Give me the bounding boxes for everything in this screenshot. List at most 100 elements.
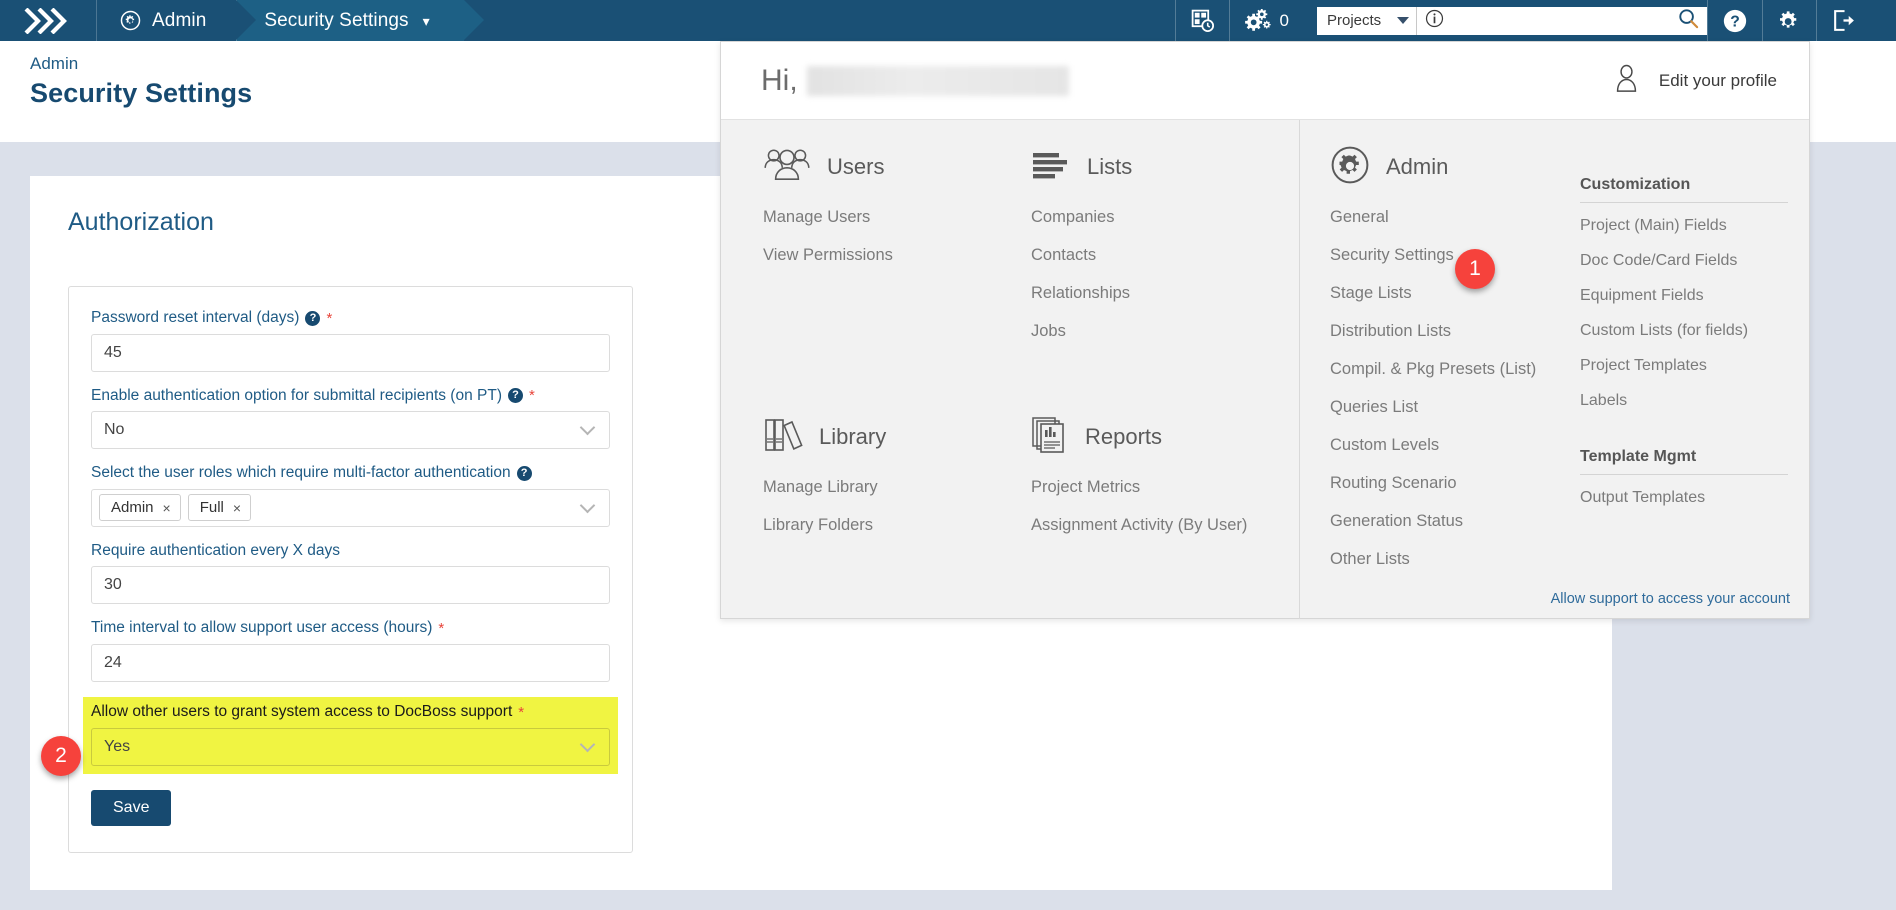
customization-heading: Customization — [1580, 176, 1788, 203]
field-enable-auth-option: Enable authentication option for submitt… — [91, 387, 610, 450]
mega-menu-left-columns: Users Manage Users View Permissions List… — [721, 120, 1299, 619]
custom-link-project-main-fields[interactable]: Project (Main) Fields — [1580, 217, 1810, 235]
field-allow-grant-support-access: Allow other users to grant system access… — [83, 696, 618, 774]
project-select[interactable]: Projects — [1317, 6, 1417, 35]
project-selector-group: Projects — [1303, 0, 1707, 41]
search-icon[interactable] — [1678, 8, 1699, 34]
settings-gear-button[interactable] — [1762, 0, 1816, 41]
required-marker: * — [528, 387, 535, 405]
tag-full[interactable]: Full × — [187, 494, 252, 522]
tag-remove-icon[interactable]: × — [233, 500, 241, 516]
admin-link-custom-levels[interactable]: Custom Levels — [1330, 436, 1580, 455]
tag-remove-icon[interactable]: × — [163, 500, 171, 516]
gear-icon — [1780, 11, 1797, 28]
menu-link-assignment-activity[interactable]: Assignment Activity (By User) — [1031, 516, 1299, 535]
support-access-hours-input[interactable] — [91, 643, 610, 682]
app-logo[interactable] — [0, 0, 96, 41]
password-reset-interval-input[interactable] — [91, 333, 610, 372]
admin-link-queries-list[interactable]: Queries List — [1330, 398, 1580, 417]
admin-mega-menu-panel: Hi, Edit your profile Users Manage Users… — [720, 41, 1810, 619]
section-header: Admin — [1330, 146, 1580, 188]
tag-list: Admin × Full × — [99, 494, 575, 522]
save-button[interactable]: Save — [91, 789, 172, 826]
info-circle-icon[interactable] — [1425, 9, 1444, 33]
admin-link-other-lists[interactable]: Other Lists — [1330, 550, 1580, 569]
custom-link-doc-code-card-fields[interactable]: Doc Code/Card Fields — [1580, 252, 1810, 270]
help-icon[interactable]: ? — [507, 388, 523, 404]
gear-circle-icon — [1330, 145, 1370, 190]
report-pages-icon — [1031, 416, 1069, 459]
menu-link-manage-users[interactable]: Manage Users — [763, 208, 1031, 227]
help-button[interactable]: ? — [1707, 0, 1762, 41]
admin-link-distribution-lists[interactable]: Distribution Lists — [1330, 322, 1580, 341]
field-label-text: Allow other users to grant system access… — [91, 702, 513, 720]
tag-admin[interactable]: Admin × — [99, 494, 181, 522]
required-marker: * — [518, 703, 525, 721]
edit-profile-link[interactable]: Edit your profile — [1610, 62, 1777, 100]
section-library: Library Manage Library Library Folders — [763, 416, 1031, 554]
section-title: Reports — [1085, 424, 1163, 449]
field-label-text: Time interval to allow support user acce… — [91, 619, 433, 637]
edit-profile-label: Edit your profile — [1658, 70, 1777, 90]
app-root: Admin Security Settings ▾ 0 Projects ? A… — [0, 0, 1896, 910]
template-link-output-templates[interactable]: Output Templates — [1580, 489, 1810, 507]
user-name-redacted — [806, 65, 1069, 96]
section-header: Library — [763, 416, 1031, 458]
required-marker: * — [438, 620, 445, 638]
menu-link-jobs[interactable]: Jobs — [1031, 322, 1299, 341]
field-label-text: Password reset interval (days) — [91, 309, 300, 326]
chevron-down-icon: ▾ — [422, 12, 430, 29]
help-circle-icon: ? — [1723, 9, 1747, 32]
menu-link-relationships[interactable]: Relationships — [1031, 284, 1299, 303]
custom-link-labels[interactable]: Labels — [1580, 392, 1810, 410]
svg-text:?: ? — [1730, 13, 1740, 30]
help-icon[interactable]: ? — [516, 465, 532, 481]
custom-link-equipment-fields[interactable]: Equipment Fields — [1580, 287, 1810, 305]
field-password-reset-interval: Password reset interval (days) ? * — [91, 309, 610, 372]
section-title: Admin — [1386, 154, 1449, 179]
admin-link-stage-lists[interactable]: Stage Lists — [1330, 284, 1580, 303]
allow-grant-support-access-select[interactable]: Yes — [91, 727, 610, 766]
section-header: Reports — [1031, 416, 1299, 458]
field-label-text: Select the user roles which require mult… — [91, 464, 511, 482]
search-bar — [1417, 6, 1707, 35]
chevron-down-icon — [579, 736, 596, 752]
menu-link-manage-library[interactable]: Manage Library — [763, 478, 1031, 497]
custom-link-project-templates[interactable]: Project Templates — [1580, 357, 1810, 375]
menu-link-view-permissions[interactable]: View Permissions — [763, 246, 1031, 265]
template-mgmt-heading: Template Mgmt — [1580, 448, 1788, 475]
field-label: Enable authentication option for submitt… — [91, 387, 610, 406]
select-value: Yes — [104, 737, 131, 755]
mfa-roles-multiselect[interactable]: Admin × Full × — [91, 488, 610, 527]
allow-support-access-link[interactable]: Allow support to access your account — [1551, 591, 1790, 607]
nav-tab-admin[interactable]: Admin — [96, 0, 257, 41]
section-title: Users — [827, 154, 885, 179]
admin-link-generation-status[interactable]: Generation Status — [1330, 512, 1580, 531]
users-group-icon — [763, 147, 811, 188]
section-admin: Admin General Security Settings Stage Li… — [1330, 146, 1580, 619]
dashboard-clock-button[interactable] — [1174, 0, 1229, 41]
admin-link-routing-scenario[interactable]: Routing Scenario — [1330, 474, 1580, 493]
mega-menu-body: Users Manage Users View Permissions List… — [721, 120, 1809, 619]
enable-auth-option-select[interactable]: No — [91, 411, 610, 450]
field-label: Select the user roles which require mult… — [91, 464, 610, 483]
field-label: Require authentication every X days — [91, 542, 610, 561]
list-bars-icon — [1031, 150, 1071, 185]
nav-tab-security-settings-label: Security Settings — [264, 9, 409, 31]
menu-link-project-metrics[interactable]: Project Metrics — [1031, 478, 1299, 497]
double-chevron-logo-icon — [24, 7, 67, 34]
menu-link-library-folders[interactable]: Library Folders — [763, 516, 1031, 535]
logout-button[interactable] — [1816, 0, 1870, 41]
settings-gears-button[interactable]: 0 — [1228, 0, 1303, 41]
project-select-value: Projects — [1327, 12, 1382, 29]
require-auth-days-input[interactable] — [91, 566, 610, 605]
menu-link-companies[interactable]: Companies — [1031, 208, 1299, 227]
help-icon[interactable]: ? — [305, 310, 321, 326]
menu-link-contacts[interactable]: Contacts — [1031, 246, 1299, 265]
admin-link-compil-pkg-presets[interactable]: Compil. & Pkg Presets (List) — [1330, 360, 1580, 379]
custom-link-custom-lists[interactable]: Custom Lists (for fields) — [1580, 322, 1810, 340]
search-input[interactable] — [1444, 12, 1678, 29]
admin-link-general[interactable]: General — [1330, 208, 1580, 227]
nav-tab-security-settings[interactable]: Security Settings ▾ — [236, 0, 485, 41]
